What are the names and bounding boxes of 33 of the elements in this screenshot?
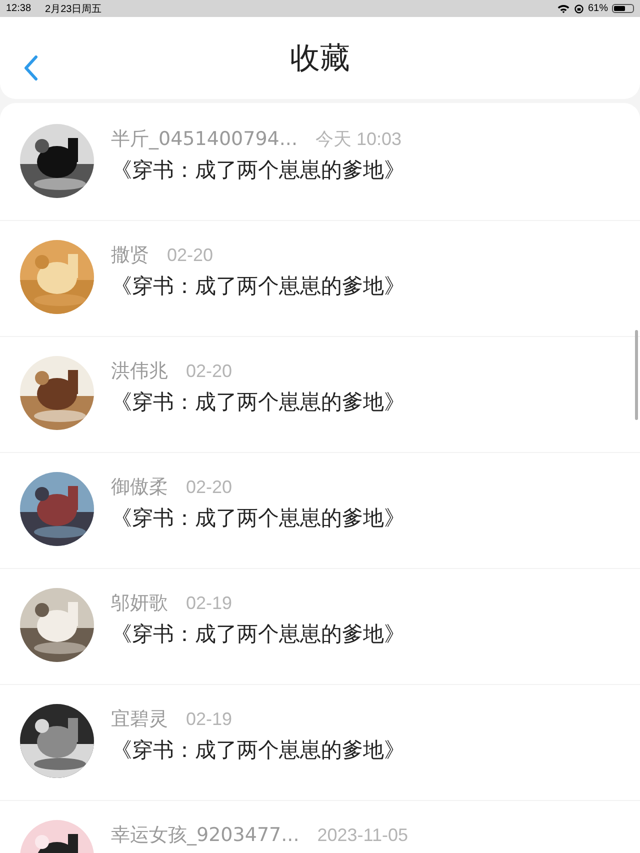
- favorite-time: 02-20: [167, 245, 214, 266]
- book-title: 《穿书：成了两个崽崽的爹地》: [111, 389, 405, 416]
- favorite-time: 02-19: [186, 593, 232, 614]
- battery-icon: [612, 4, 634, 13]
- user-name: 宜碧灵: [111, 707, 168, 732]
- book-title: 《穿书：成了两个崽崽的爹地》: [111, 621, 405, 648]
- favorite-time: 02-20: [186, 361, 232, 382]
- page-title: 收藏: [290, 40, 350, 78]
- book-title: 《穿书：成了两个崽崽的爹地》: [111, 157, 405, 184]
- user-name: 御傲柔: [111, 475, 168, 500]
- favorite-time: 02-20: [186, 477, 232, 498]
- favorite-time: 02-19: [186, 709, 232, 730]
- wifi-icon: [556, 4, 570, 14]
- book-title: 《穿书：成了两个崽崽的爹地》: [111, 273, 405, 300]
- book-title: 《穿书：成了两个崽崽的爹地》: [111, 505, 405, 532]
- user-name: 洪伟兆: [111, 359, 168, 384]
- status-date: 2月23日周五: [45, 2, 102, 16]
- rotation-lock-icon: [574, 4, 584, 14]
- favorite-time: 2023-11-05: [317, 825, 408, 846]
- book-title: 《穿书：成了两个崽崽的爹地》: [111, 737, 405, 764]
- status-time: 12:38: [6, 3, 32, 14]
- battery-percent: 61%: [588, 3, 608, 14]
- user-name: 邬妍歌: [111, 591, 168, 616]
- favorite-item[interactable]: 邬妍歌 02-19 《穿书：成了两个崽崽的爹地》: [0, 569, 640, 685]
- favorite-item[interactable]: 宜碧灵 02-19 《穿书：成了两个崽崽的爹地》: [0, 685, 640, 801]
- user-name: 幸运女孩_9203477...: [111, 823, 300, 848]
- favorite-item[interactable]: 半斤_0451400794... 今天 10:03 《穿书：成了两个崽崽的爹地》: [0, 105, 640, 221]
- favorite-item[interactable]: 洪伟兆 02-20 《穿书：成了两个崽崽的爹地》: [0, 337, 640, 453]
- favorite-item[interactable]: 御傲柔 02-20 《穿书：成了两个崽崽的爹地》: [0, 453, 640, 569]
- user-name: 撒贤: [111, 243, 149, 268]
- favorite-item[interactable]: 撒贤 02-20 《穿书：成了两个崽崽的爹地》: [0, 221, 640, 337]
- user-name: 半斤_0451400794...: [111, 127, 298, 152]
- favorite-time: 今天 10:03: [316, 128, 402, 151]
